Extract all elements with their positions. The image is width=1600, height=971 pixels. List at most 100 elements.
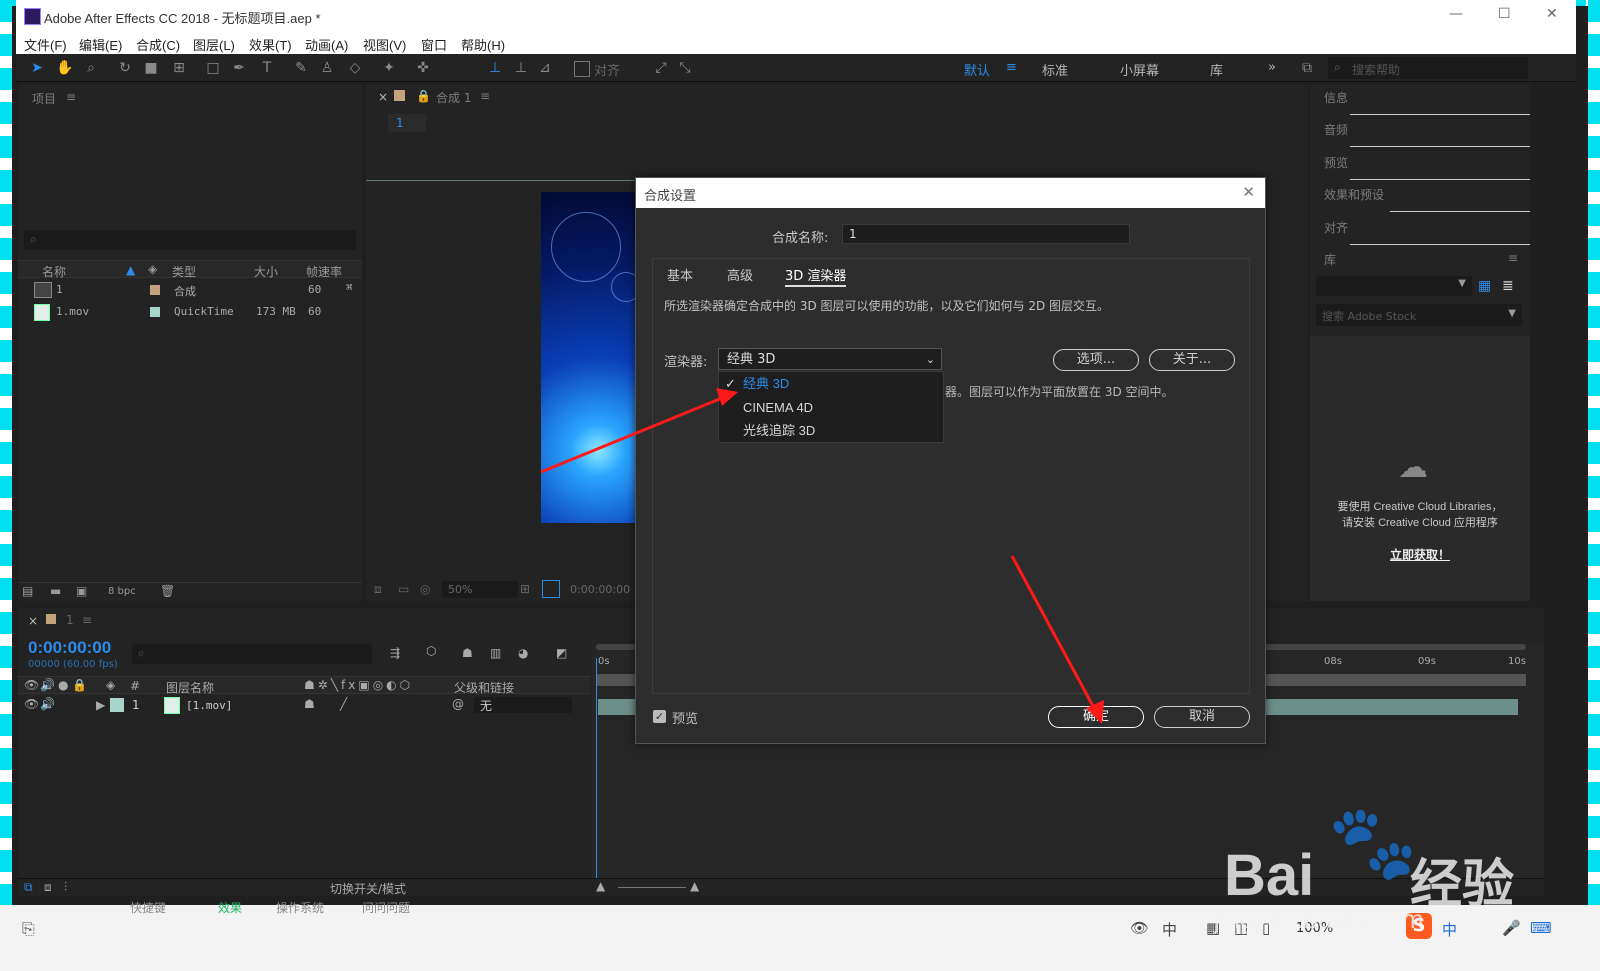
pan-behind-tool-icon[interactable]: ⊞ bbox=[170, 59, 188, 77]
libraries-panel-title[interactable]: 库 bbox=[1324, 251, 1336, 268]
minimize-button[interactable]: — bbox=[1449, 6, 1463, 22]
layer-row[interactable]: 👁 🔊 ▶ 1 [1.mov] ☗ ╱ @ 无 bbox=[18, 696, 590, 716]
draft-3d-icon[interactable]: ⬡ bbox=[426, 644, 436, 658]
world-axis-icon[interactable]: ⊥ bbox=[512, 59, 530, 77]
motion-blur-icon[interactable]: ◕ bbox=[518, 646, 528, 660]
interpret-footage-icon[interactable]: ▤ bbox=[22, 584, 33, 598]
frame-blending-icon[interactable]: ▥ bbox=[490, 646, 501, 660]
brush-tool-icon[interactable]: ✎ bbox=[292, 59, 310, 77]
more-workspaces-button[interactable]: » bbox=[1268, 60, 1276, 75]
eraser-tool-icon[interactable]: ◇ bbox=[346, 59, 364, 77]
workspace-standard[interactable]: 标准 bbox=[1042, 60, 1068, 79]
workspace-libraries[interactable]: 库 bbox=[1210, 60, 1223, 79]
label-tag-icon[interactable]: ◈ bbox=[148, 262, 157, 276]
trash-icon[interactable]: 🗑 bbox=[160, 584, 175, 598]
timeline-timecode[interactable]: 0:00:00:00 bbox=[28, 638, 111, 658]
tab-3d-renderer[interactable]: 3D 渲染器 bbox=[785, 265, 847, 287]
bottom-tab[interactable]: 问问问题 bbox=[362, 899, 410, 916]
workspace-small-screen[interactable]: 小屏幕 bbox=[1120, 60, 1159, 79]
renderer-dropdown[interactable]: 经典 3D ⌄ bbox=[718, 348, 942, 370]
selection-tool-icon[interactable]: ➤ bbox=[28, 59, 46, 77]
menu-effect[interactable]: 效果(T) bbox=[249, 35, 292, 54]
column-type[interactable]: 类型 bbox=[172, 263, 196, 280]
zoom-in-icon[interactable]: ▲ bbox=[690, 879, 699, 893]
get-creative-cloud-link[interactable]: 立即获取！ bbox=[1332, 546, 1508, 563]
lock-icon[interactable]: 🔒 bbox=[72, 678, 87, 692]
menu-window[interactable]: 窗口 bbox=[421, 35, 447, 54]
renderer-option-classic-3d[interactable]: ✓ 经典 3D bbox=[719, 372, 943, 395]
view-axis-icon[interactable]: ⊿ bbox=[536, 59, 554, 77]
panel-menu-icon[interactable]: ≡ bbox=[82, 613, 92, 627]
current-time-display[interactable]: 0:00:00:00 bbox=[570, 583, 630, 596]
project-search-input[interactable]: ⌕ bbox=[24, 230, 356, 250]
grid-view-icon[interactable]: ▦ bbox=[1478, 278, 1491, 294]
composition-flowchart-icon[interactable]: ⇶ bbox=[390, 646, 400, 660]
pen-tool-icon[interactable]: ✒ bbox=[230, 59, 248, 77]
camera-tool-icon[interactable]: ■ bbox=[142, 59, 160, 77]
column-size[interactable]: 大小 bbox=[254, 263, 278, 280]
menu-animation[interactable]: 动画(A) bbox=[305, 35, 348, 54]
solo-icon[interactable]: ● bbox=[58, 678, 68, 692]
project-row[interactable]: 1 合成 60 ⌘ bbox=[18, 280, 362, 300]
cancel-button[interactable]: 取消 bbox=[1154, 706, 1250, 728]
tab-advanced[interactable]: 高级 bbox=[727, 265, 753, 284]
layer-name[interactable]: [1.mov] bbox=[186, 699, 232, 712]
shy-layers-icon[interactable]: ☗ bbox=[462, 646, 473, 660]
close-icon[interactable]: ✕ bbox=[1242, 183, 1255, 201]
column-layer-name[interactable]: 图层名称 bbox=[166, 679, 214, 696]
layer-switches-toggle-icon[interactable]: ⧉ bbox=[24, 880, 33, 895]
renderer-options-button[interactable]: 选项... bbox=[1053, 349, 1139, 371]
column-parent[interactable]: 父级和链接 bbox=[454, 679, 514, 696]
current-time-indicator[interactable] bbox=[596, 658, 597, 878]
region-of-interest-icon[interactable]: ⧈ bbox=[374, 582, 382, 597]
bottom-tab[interactable]: 操作系统 bbox=[276, 899, 324, 916]
effects-presets-panel-title[interactable]: 效果和预设 bbox=[1324, 186, 1384, 203]
menu-layer[interactable]: 图层(L) bbox=[193, 35, 235, 54]
close-tab-icon[interactable]: × bbox=[28, 614, 38, 628]
roto-brush-tool-icon[interactable]: ✦ bbox=[380, 59, 398, 77]
help-search-input[interactable]: ⌕ 搜索帮助 bbox=[1328, 57, 1528, 79]
renderer-option-cinema-4d[interactable]: CINEMA 4D bbox=[719, 396, 943, 419]
menu-view[interactable]: 视图(V) bbox=[363, 35, 406, 54]
project-row[interactable]: 1.mov QuickTime 173 MB 60 bbox=[18, 302, 362, 322]
renderer-about-button[interactable]: 关于... bbox=[1149, 349, 1235, 371]
ok-button[interactable]: 确定 bbox=[1048, 706, 1144, 728]
sync-settings-icon[interactable]: ⧉ bbox=[1298, 59, 1316, 77]
magnification-dropdown[interactable]: 50% bbox=[442, 581, 518, 598]
local-axis-icon[interactable]: ⊥ bbox=[486, 59, 504, 77]
puppet-pin-tool-icon[interactable]: ✜ bbox=[414, 59, 432, 77]
snap-options-icon[interactable]: ⤡ bbox=[676, 59, 694, 77]
quality-switch-icon[interactable]: ╱ bbox=[340, 697, 347, 711]
toggle-switches-modes[interactable]: 切换开关/模式 bbox=[330, 880, 406, 897]
new-composition-icon[interactable]: ▣ bbox=[76, 584, 87, 598]
input-method-icon[interactable]: 中 bbox=[1162, 919, 1177, 940]
menu-file[interactable]: 文件(F) bbox=[24, 35, 67, 54]
timeline-zoom-slider[interactable] bbox=[618, 887, 686, 888]
library-dropdown[interactable]: ▼ bbox=[1316, 276, 1472, 296]
timeline-tab[interactable]: 1 bbox=[66, 613, 74, 627]
column-fps[interactable]: 帧速率 bbox=[306, 263, 342, 280]
type-tool-icon[interactable]: T bbox=[258, 59, 276, 77]
panel-menu-icon[interactable]: ≡ bbox=[1508, 251, 1518, 265]
tab-basic[interactable]: 基本 bbox=[667, 265, 693, 284]
bottom-tab[interactable]: 快捷键 bbox=[130, 899, 166, 916]
clone-stamp-tool-icon[interactable]: ♙ bbox=[318, 59, 336, 77]
panel-menu-icon[interactable]: ≡ bbox=[66, 90, 76, 104]
expand-arrow-icon[interactable]: ▶ bbox=[96, 698, 105, 712]
parent-dropdown[interactable]: 无 bbox=[474, 697, 572, 713]
audio-panel-title[interactable]: 音频 bbox=[1324, 121, 1348, 138]
hand-tool-icon[interactable]: ✋ bbox=[56, 59, 74, 77]
snap-icon[interactable]: ⤢ bbox=[652, 59, 670, 77]
lock-icon[interactable]: 🔒 bbox=[416, 89, 431, 103]
notes-icon[interactable]: ⎘ bbox=[22, 919, 35, 939]
menu-help[interactable]: 帮助(H) bbox=[461, 35, 505, 54]
new-folder-icon[interactable]: ▬ bbox=[50, 584, 61, 598]
stock-search-input[interactable]: 搜索 Adobe Stock ▼ bbox=[1316, 304, 1522, 326]
zoom-tool-icon[interactable]: ⌕ bbox=[82, 59, 100, 77]
eye-icon[interactable]: 👁 bbox=[1130, 919, 1149, 937]
zoom-out-icon[interactable]: ▲ bbox=[596, 879, 605, 893]
audio-icon[interactable]: 🔊 bbox=[40, 697, 55, 711]
bottom-tab[interactable]: 效果 bbox=[218, 899, 242, 916]
preview-checkbox[interactable]: ✓ bbox=[653, 710, 666, 723]
align-checkbox[interactable] bbox=[574, 61, 590, 77]
